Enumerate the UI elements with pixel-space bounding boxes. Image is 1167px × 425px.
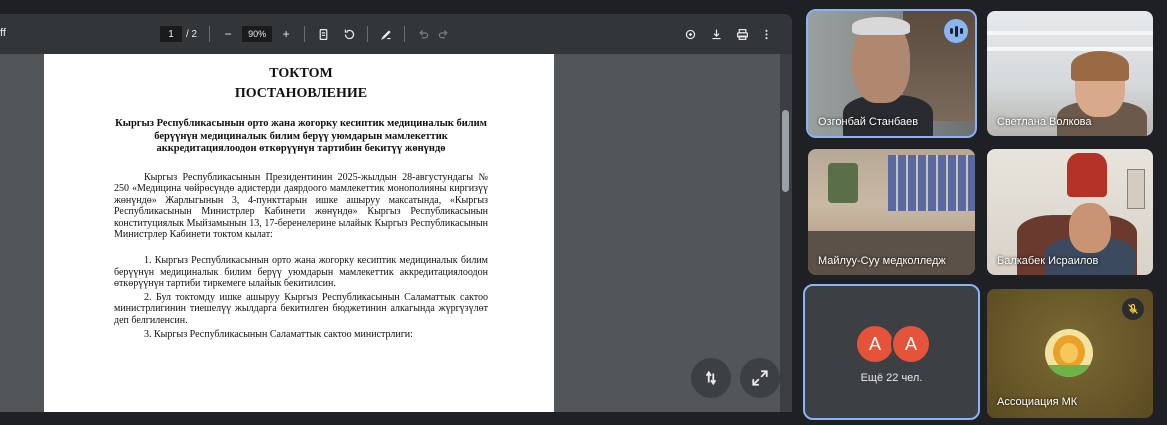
video-plant [828,163,858,203]
swap-layout-button[interactable] [691,358,731,398]
participant-tile[interactable]: Балкабек Исраилов [987,149,1153,275]
fullscreen-button[interactable] [740,358,780,398]
participant-tile[interactable]: Светлана Волкова [987,11,1153,136]
toolbar-divider [367,26,369,42]
video-shelves [888,155,975,211]
participant-tile[interactable]: Майлуу-Суу медколледж [808,149,975,275]
pdf-scrollbar[interactable] [780,54,792,412]
doc-paragraph: 2. Бул токтомду ишке ашыруу Кыргыз Респу… [114,291,488,327]
expand-icon [752,370,768,386]
download-icon[interactable] [706,24,726,44]
page-navigation: 1 / 2 − 90% + [160,14,453,54]
scrollbar-thumb[interactable] [782,110,789,192]
doc-subtitle: Кыргыз Республикасынын орто жана жогорку… [115,118,487,154]
participant-name: Озгонбай Станбаев [818,116,919,128]
toolbar-right-actions [680,14,776,54]
participant-name: Ассоциация МК [997,396,1078,408]
video-table [808,231,975,275]
video-flag [1067,153,1107,197]
participant-avatar: А [891,324,931,364]
zoom-out-button[interactable]: − [218,24,238,44]
doc-title-kg: ТОКТОМ [269,66,333,81]
page-number-input[interactable]: 1 [160,26,182,42]
participant-name: Балкабек Исраилов [997,255,1099,267]
participant-tile[interactable]: Озгонбай Станбаев [806,9,977,138]
print-icon[interactable] [732,24,752,44]
zoom-level-input[interactable]: 90% [242,26,273,42]
toolbar-divider [404,26,406,42]
pdf-filename: ff [0,27,6,39]
swap-icon [705,370,717,386]
speaking-indicator-icon [944,19,968,43]
pdf-toolbar: ff 1 / 2 − 90% + [0,14,792,54]
annotate-pen-icon[interactable] [376,24,396,44]
doc-paragraph: 3. Кыргыз Республикасынын Саламаттык сак… [144,328,413,340]
toolbar-divider [304,26,306,42]
participant-tile[interactable]: Ассоциация МК [987,289,1153,418]
doc-title-ru: ПОСТАНОВЛЕНИЕ [234,86,368,101]
doc-paragraph: 1. Кыргыз Республикасынын орто жана жого… [114,255,488,290]
more-participants-label: Ещё 22 чел. [860,372,923,384]
doc-paragraph: Кыргыз Республикасынын Президентинин 202… [114,171,488,241]
redo-icon[interactable] [433,24,453,44]
ai-assist-icon[interactable] [680,24,700,44]
other-participants-tile[interactable]: А А Ещё 22 чел. [803,284,980,420]
video-person-head [1069,203,1111,253]
video-ceiling-light [987,31,1153,35]
lion-avatar-icon [1045,329,1093,377]
toolbar-divider [209,26,211,42]
participant-name: Майлуу-Суу медколледж [818,255,946,267]
pdf-viewer: ff 1 / 2 − 90% + ТОКТОМ ПОСТАНОВЛЕНИЕ Кы… [0,14,792,412]
fit-page-icon[interactable] [313,24,333,44]
rotate-icon[interactable] [339,24,359,44]
meeting-stage: ff 1 / 2 − 90% + ТОКТОМ ПОСТАНОВЛЕНИЕ Кы… [0,0,1167,425]
video-frame [1127,169,1145,209]
undo-icon[interactable] [413,24,433,44]
video-person-hair [852,17,910,35]
page-total: / 2 [186,28,198,40]
participant-avatar: А [855,324,895,364]
muted-microphone-icon [1122,298,1144,320]
participant-name: Светлана Волкова [997,116,1092,128]
pdf-page: ТОКТОМ ПОСТАНОВЛЕНИЕ Кыргыз Республикасы… [44,54,554,412]
video-person-hair [1071,51,1129,81]
more-options-icon[interactable] [756,24,776,44]
video-ceiling-light [987,47,1153,51]
zoom-in-button[interactable]: + [276,24,296,44]
